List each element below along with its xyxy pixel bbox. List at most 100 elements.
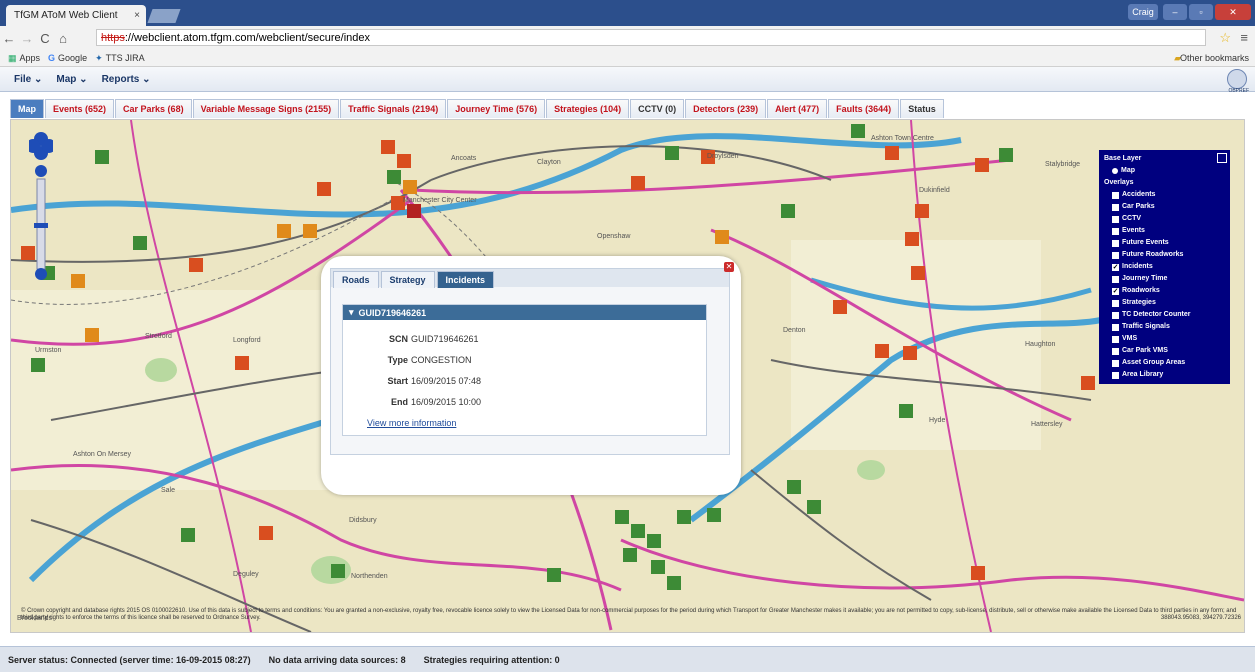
checkbox[interactable] <box>1112 311 1119 319</box>
base-layer-map[interactable]: Map <box>1104 165 1225 177</box>
bookmark-jira[interactable]: TTS JIRA <box>106 53 145 63</box>
back-icon[interactable]: ← <box>0 31 18 46</box>
base-layer-title: Base Layer <box>1104 155 1142 162</box>
overlay-label: Area Library <box>1122 371 1164 378</box>
incident-panel-header[interactable]: ▾ GUID719646261 <box>343 305 706 320</box>
svg-text:Dukinfield: Dukinfield <box>919 187 950 194</box>
overlay-item[interactable]: Area Library <box>1104 369 1225 381</box>
tab-alert[interactable]: Alert (477) <box>767 99 828 118</box>
address-bar: ← → C ⌂ https ://webclient.atom.tfgm.com… <box>0 26 1255 50</box>
zoom-control[interactable] <box>29 131 53 291</box>
tab-traffic-signals[interactable]: Traffic Signals (2194) <box>340 99 447 118</box>
popup-tab-bar: Roads Strategy Incidents <box>331 269 729 288</box>
checkbox-checked[interactable]: ✓ <box>1112 263 1119 271</box>
tab-map[interactable]: Map <box>10 99 44 118</box>
checkbox[interactable] <box>1112 191 1119 199</box>
minimize-button[interactable]: – <box>1163 4 1187 20</box>
tab-status[interactable]: Status <box>900 99 944 118</box>
overlays-title: Overlays <box>1104 179 1134 186</box>
menu-map[interactable]: Map ⌄ <box>56 74 87 85</box>
view-more-link[interactable]: View more information <box>367 418 456 428</box>
checkbox[interactable] <box>1112 203 1119 211</box>
overlay-item[interactable]: Strategies <box>1104 297 1225 309</box>
overlay-label: Asset Group Areas <box>1122 359 1186 366</box>
overlay-item[interactable]: ✓ Roadworks <box>1104 285 1225 297</box>
collapse-icon[interactable]: ▾ <box>349 307 354 318</box>
user-badge[interactable]: Craig <box>1128 4 1158 20</box>
map-copyright: © Crown copyright and database rights 20… <box>21 608 1241 622</box>
popup-tab-strategy[interactable]: Strategy <box>380 271 435 288</box>
popup-tab-roads[interactable]: Roads <box>333 271 379 288</box>
overlay-item[interactable]: Car Parks <box>1104 201 1225 213</box>
overlay-item[interactable]: Future Roadworks <box>1104 249 1225 261</box>
checkbox[interactable] <box>1112 335 1119 343</box>
reload-icon[interactable]: C <box>36 31 54 46</box>
checkbox[interactable] <box>1112 347 1119 355</box>
preferences-icon[interactable] <box>1227 69 1247 89</box>
new-tab-button[interactable] <box>147 9 181 23</box>
copyright-text: © Crown copyright and database rights 20… <box>21 608 1237 621</box>
field-value: 16/09/2015 10:00 <box>411 397 482 407</box>
tab-close-icon[interactable]: × <box>134 10 140 21</box>
forward-icon[interactable]: → <box>18 31 36 46</box>
checkbox[interactable] <box>1112 299 1119 307</box>
app-menubar: File ⌄ Map ⌄ Reports ⌄ <box>0 67 1255 92</box>
svg-text:Manchester City Center: Manchester City Center <box>403 197 477 204</box>
tab-cctv[interactable]: CCTV (0) <box>630 99 685 118</box>
map-canvas[interactable]: Ancoats Clayton Openshaw Droylsden Ashto… <box>10 119 1245 633</box>
strategies-status: Strategies requiring attention: 0 <box>423 654 560 665</box>
overlay-item[interactable]: VMS <box>1104 333 1225 345</box>
browser-tab[interactable]: TfGM AToM Web Client × <box>6 5 146 26</box>
checkbox[interactable] <box>1112 251 1119 259</box>
checkbox[interactable] <box>1112 227 1119 235</box>
popup-tab-incidents[interactable]: Incidents <box>436 271 495 288</box>
other-bookmarks[interactable]: Other bookmarks <box>1180 53 1249 63</box>
overlay-item[interactable]: Events <box>1104 225 1225 237</box>
tab-detectors[interactable]: Detectors (239) <box>685 99 767 118</box>
overlay-item[interactable]: Accidents <box>1104 189 1225 201</box>
tab-car-parks[interactable]: Car Parks (68) <box>115 99 192 118</box>
checkbox[interactable] <box>1112 239 1119 247</box>
tab-events[interactable]: Events (652) <box>45 99 115 118</box>
overlay-item[interactable]: Traffic Signals <box>1104 321 1225 333</box>
overlay-item[interactable]: Future Events <box>1104 237 1225 249</box>
main-tabs: Map Events (652) Car Parks (68) Variable… <box>0 99 1255 119</box>
overlay-label: TC Detector Counter <box>1122 311 1191 318</box>
svg-text:Didsbury: Didsbury <box>349 517 377 524</box>
menu-reports[interactable]: Reports ⌄ <box>102 74 151 85</box>
menu-file[interactable]: File ⌄ <box>14 74 42 85</box>
tab-journey-time[interactable]: Journey Time (576) <box>447 99 546 118</box>
maximize-button[interactable]: ▫ <box>1189 4 1213 20</box>
overlay-item[interactable]: ✓ Incidents <box>1104 261 1225 273</box>
overlay-item[interactable]: TC Detector Counter <box>1104 309 1225 321</box>
bookmark-apps[interactable]: Apps <box>20 53 41 63</box>
tab-vms[interactable]: Variable Message Signs (2155) <box>192 99 340 118</box>
url-input[interactable]: https ://webclient.atom.tfgm.com/webclie… <box>96 29 1206 46</box>
chrome-menu-icon[interactable]: ≡ <box>1240 30 1248 45</box>
overlay-item[interactable]: Car Park VMS <box>1104 345 1225 357</box>
checkbox[interactable] <box>1112 215 1119 223</box>
close-window-button[interactable]: ✕ <box>1215 4 1251 20</box>
incident-popup: Roads Strategy Incidents ▾ GUID719646261… <box>321 256 741 495</box>
checkbox[interactable] <box>1112 359 1119 367</box>
svg-text:Hattersley: Hattersley <box>1031 421 1063 428</box>
field-key: Type <box>387 355 408 365</box>
checkbox[interactable] <box>1112 323 1119 331</box>
tab-strategies[interactable]: Strategies (104) <box>546 99 630 118</box>
overlay-item[interactable]: CCTV <box>1104 213 1225 225</box>
overlay-item[interactable]: Journey Time <box>1104 273 1225 285</box>
tab-faults[interactable]: Faults (3644) <box>828 99 900 118</box>
overlay-item[interactable]: Asset Group Areas <box>1104 357 1225 369</box>
svg-text:Haughton: Haughton <box>1025 341 1055 348</box>
checkbox[interactable] <box>1112 371 1119 379</box>
checkbox[interactable] <box>1112 275 1119 283</box>
popup-tabs: Roads Strategy Incidents ▾ GUID719646261… <box>330 268 730 455</box>
popup-close-icon[interactable]: ✕ <box>724 262 734 272</box>
radio-icon[interactable] <box>1112 168 1118 174</box>
bookmark-google[interactable]: Google <box>58 53 87 63</box>
checkbox-checked[interactable]: ✓ <box>1112 287 1119 295</box>
home-icon[interactable]: ⌂ <box>54 31 72 46</box>
overlay-label: Incidents <box>1122 263 1153 270</box>
star-icon[interactable]: ☆ <box>1219 30 1231 46</box>
layer-switcher-minimize-icon[interactable] <box>1217 153 1227 163</box>
